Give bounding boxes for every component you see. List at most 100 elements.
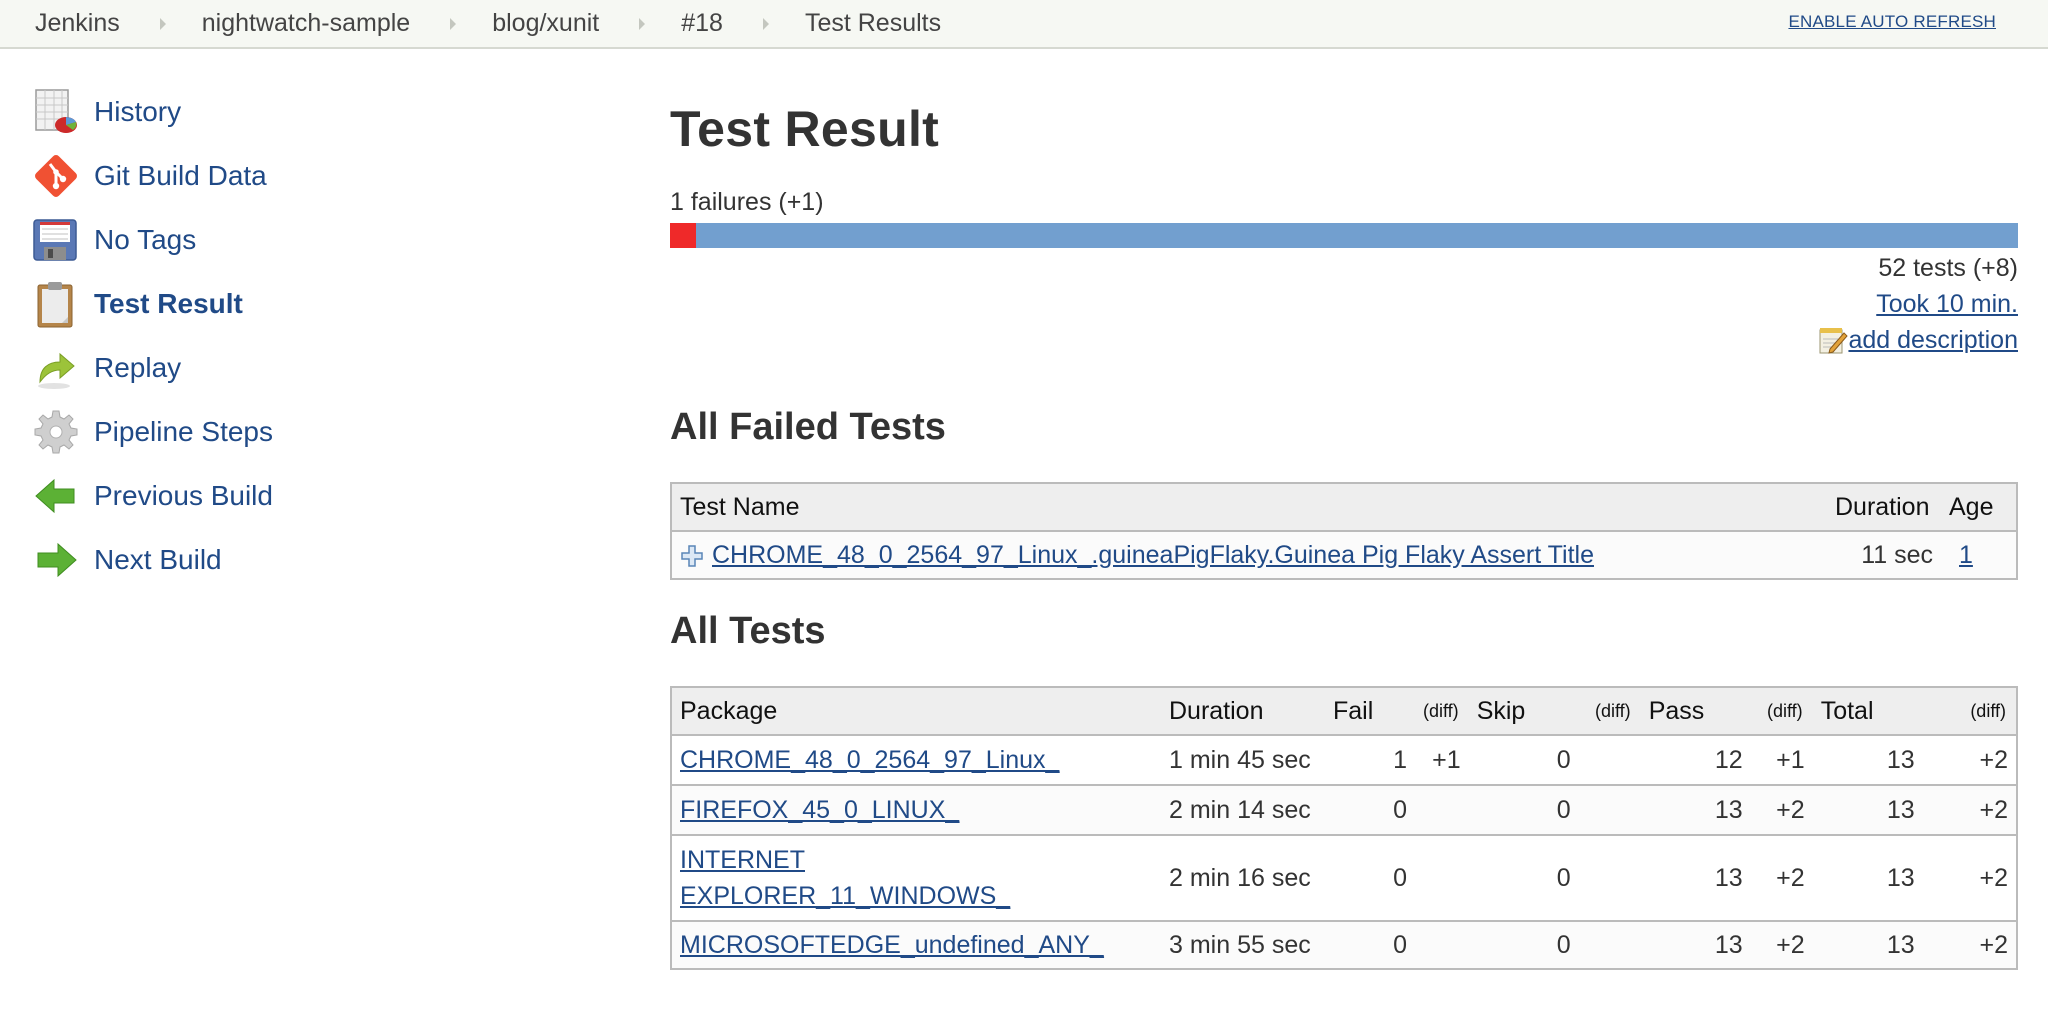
package-duration: 1 min 45 sec <box>1161 734 1325 785</box>
notepad-edit-icon <box>1819 328 1849 354</box>
took-duration-link[interactable]: Took 10 min. <box>1876 290 2018 318</box>
pass-count: 12 <box>1640 734 1751 785</box>
total-diff: +2 <box>1922 834 2017 921</box>
floppy-disk-icon <box>32 216 80 264</box>
fail-diff <box>1415 784 1469 835</box>
sidebar-item-history[interactable]: History <box>32 80 592 144</box>
column-header-age[interactable]: Age <box>1941 483 2017 531</box>
breadcrumb-chevron-icon[interactable] <box>639 17 646 30</box>
total-diff: +2 <box>1922 734 2017 785</box>
test-result-bar-passed <box>695 223 2018 248</box>
column-header-pass[interactable]: Pass <box>1640 687 1751 735</box>
fail-count: 0 <box>1325 920 1415 969</box>
column-header-test-name[interactable]: Test Name <box>671 483 1827 531</box>
sidebar-item-label: Test Result <box>94 288 243 319</box>
package-link-line: INTERNET <box>680 846 805 874</box>
breadcrumb-bar: Jenkins nightwatch-sample blog/xunit #18… <box>0 0 2048 49</box>
table-row: MICROSOFTEDGE_undefined_ANY_ 3 min 55 se… <box>671 920 2017 969</box>
pass-count: 13 <box>1640 920 1751 969</box>
total-diff: +2 <box>1922 784 2017 835</box>
sidebar-item-test-result[interactable]: Test Result <box>32 272 592 336</box>
breadcrumb-chevron-icon[interactable] <box>450 17 457 30</box>
pass-diff: +2 <box>1750 834 1813 921</box>
package-duration: 2 min 16 sec <box>1161 834 1325 921</box>
failed-test-age-link[interactable]: 1 <box>1959 541 1973 569</box>
sidebar-item-no-tags[interactable]: No Tags <box>32 208 592 272</box>
expand-plus-icon[interactable] <box>680 544 704 568</box>
fail-count: 0 <box>1325 834 1415 921</box>
page-title: Test Result <box>670 101 940 157</box>
test-result-bar <box>670 223 2018 248</box>
pass-count: 13 <box>1640 834 1751 921</box>
failed-test-link[interactable]: CHROME_48_0_2564_97_Linux_.guineaPigFlak… <box>712 541 1594 569</box>
replay-arrow-icon <box>32 344 80 392</box>
package-duration: 3 min 55 sec <box>1161 920 1325 969</box>
breadcrumb-jenkins[interactable]: Jenkins <box>35 9 120 38</box>
breadcrumb-branch[interactable]: blog/xunit <box>492 9 599 38</box>
column-header-duration[interactable]: Duration <box>1827 483 1941 531</box>
skip-count: 0 <box>1468 920 1579 969</box>
table-row: CHROME_48_0_2564_97_Linux_ 1 min 45 sec … <box>671 734 2017 785</box>
git-icon <box>32 152 80 200</box>
breadcrumb-test-results[interactable]: Test Results <box>805 9 941 38</box>
sidebar-item-label: No Tags <box>94 224 197 255</box>
fail-count: 1 <box>1325 734 1415 785</box>
total-count: 13 <box>1812 834 1923 921</box>
all-failed-tests-heading: All Failed Tests <box>670 406 946 448</box>
skip-diff <box>1578 834 1641 921</box>
package-link[interactable]: MICROSOFTEDGE_undefined_ANY_ <box>680 931 1104 959</box>
breadcrumb-build[interactable]: #18 <box>681 9 723 38</box>
column-header-skip-diff[interactable]: (diff) <box>1578 687 1641 735</box>
sidebar-item-git-build-data[interactable]: Git Build Data <box>32 144 592 208</box>
sidebar-item-pipeline-steps[interactable]: Pipeline Steps <box>32 400 592 464</box>
column-header-total-diff[interactable]: (diff) <box>1922 687 2017 735</box>
skip-count: 0 <box>1468 734 1579 785</box>
failed-tests-table: Test Name Duration Age CHROME_48_0_2564_… <box>670 482 2018 580</box>
skip-diff <box>1578 784 1641 835</box>
add-description-link[interactable]: add description <box>1848 322 2018 358</box>
column-header-pass-diff[interactable]: (diff) <box>1750 687 1813 735</box>
sidebar-item-next-build[interactable]: Next Build <box>32 528 592 592</box>
skip-diff <box>1578 734 1641 785</box>
sidebar-item-previous-build[interactable]: Previous Build <box>32 464 592 528</box>
table-row: FIREFOX_45_0_LINUX_ 2 min 14 sec 0 0 13 … <box>671 784 2017 835</box>
arrow-left-icon <box>32 472 80 520</box>
column-header-fail[interactable]: Fail <box>1325 687 1415 735</box>
column-header-total[interactable]: Total <box>1812 687 1923 735</box>
skip-count: 0 <box>1468 784 1579 835</box>
package-link[interactable]: FIREFOX_45_0_LINUX_ <box>680 796 959 824</box>
summary: 52 tests (+8) Took 10 min. add descripti… <box>1818 250 2018 358</box>
total-count: 13 <box>1812 784 1923 835</box>
breadcrumb-chevron-icon[interactable] <box>762 17 769 30</box>
total-count: 13 <box>1812 734 1923 785</box>
sidebar-item-label: Next Build <box>94 544 222 575</box>
column-header-skip[interactable]: Skip <box>1468 687 1579 735</box>
package-duration: 2 min 14 sec <box>1161 784 1325 835</box>
sidebar-item-label: Pipeline Steps <box>94 416 274 447</box>
all-tests-table: Package Duration Fail (diff) Skip (diff)… <box>670 686 2018 970</box>
package-link[interactable]: INTERNET EXPLORER_11_WINDOWS_ <box>680 846 1010 910</box>
sidebar-item-replay[interactable]: Replay <box>32 336 592 400</box>
column-header-fail-diff[interactable]: (diff) <box>1415 687 1469 735</box>
fail-diff: +1 <box>1415 734 1469 785</box>
pass-diff: +2 <box>1750 920 1813 969</box>
enable-auto-refresh-link[interactable]: ENABLE AUTO REFRESH <box>1788 12 1996 32</box>
fail-diff <box>1415 920 1469 969</box>
sidebar: History Git Build Data No Tags Test Resu… <box>32 80 592 592</box>
table-row: INTERNET EXPLORER_11_WINDOWS_ 2 min 16 se… <box>671 834 2017 921</box>
sidebar-item-label: Replay <box>94 352 182 383</box>
fail-count: 0 <box>1325 784 1415 835</box>
failed-test-duration: 11 sec <box>1827 530 1941 579</box>
all-tests-heading: All Tests <box>670 610 826 652</box>
fail-diff <box>1415 834 1469 921</box>
failures-summary: 1 failures (+1) <box>670 188 824 216</box>
column-header-duration[interactable]: Duration <box>1161 687 1325 735</box>
breadcrumb-job[interactable]: nightwatch-sample <box>202 9 410 38</box>
package-link[interactable]: CHROME_48_0_2564_97_Linux_ <box>680 746 1059 774</box>
column-header-package[interactable]: Package <box>671 687 1161 735</box>
total-diff: +2 <box>1922 920 2017 969</box>
gear-icon <box>32 408 80 456</box>
skip-diff <box>1578 920 1641 969</box>
pass-diff: +2 <box>1750 784 1813 835</box>
breadcrumb-chevron-icon[interactable] <box>159 17 166 30</box>
